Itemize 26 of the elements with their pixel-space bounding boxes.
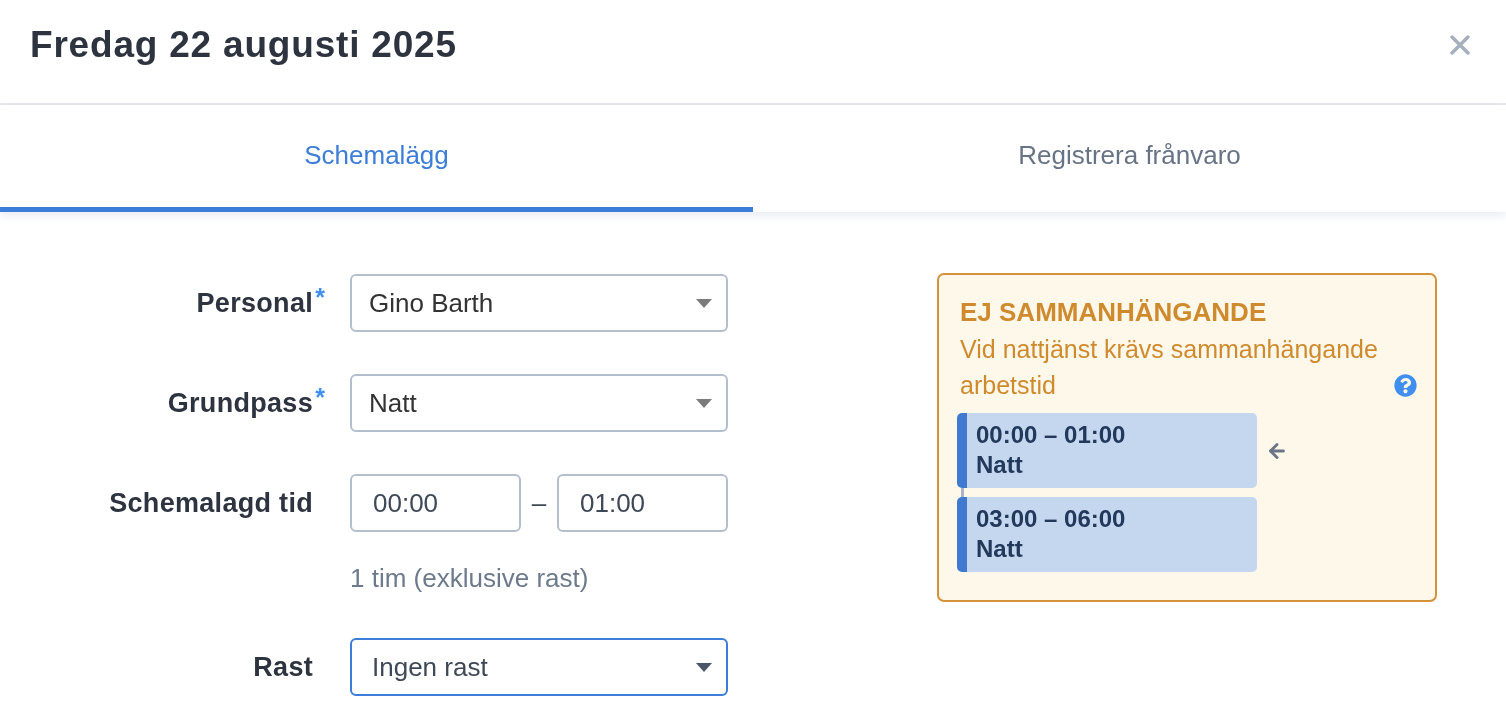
shift-time: 03:00 – 06:00: [976, 504, 1126, 534]
help-icon[interactable]: [1394, 374, 1417, 397]
shift-name: Natt: [976, 534, 1023, 564]
field-label: Rast: [253, 651, 313, 683]
caret-icon: [696, 662, 712, 672]
field-label: Schemalagd tid: [109, 487, 313, 519]
duration-hint: 1 tim (exklusive rast): [350, 564, 589, 592]
range-separator: –: [531, 487, 547, 519]
time-input[interactable]: 01:00: [557, 474, 728, 532]
select-dropdown[interactable]: Ingen rast: [350, 638, 728, 696]
tab[interactable]: Registrera frånvaro: [753, 105, 1506, 212]
warning-title: EJ SAMMANHÄNGANDE: [960, 296, 1267, 329]
select-dropdown[interactable]: Natt: [350, 374, 728, 432]
field-label: Grundpass: [167, 387, 313, 419]
tab[interactable]: Schemalägg: [0, 105, 753, 212]
shift-name: Natt: [976, 450, 1023, 480]
warning-text: Vid nattjänst krävs sammanhängande arbetstid: [960, 334, 1379, 401]
field-label: Personal: [196, 287, 313, 319]
caret-icon: [696, 398, 712, 408]
time-input[interactable]: 00:00: [350, 474, 521, 532]
shift-time: 00:00 – 01:00: [976, 420, 1126, 450]
select-dropdown[interactable]: Gino Barth: [350, 274, 728, 332]
required-mark: *: [314, 287, 326, 307]
caret-icon: [696, 298, 712, 308]
dialog-title: Fredag 22 augusti 2025: [30, 23, 457, 66]
required-mark: *: [314, 387, 326, 407]
